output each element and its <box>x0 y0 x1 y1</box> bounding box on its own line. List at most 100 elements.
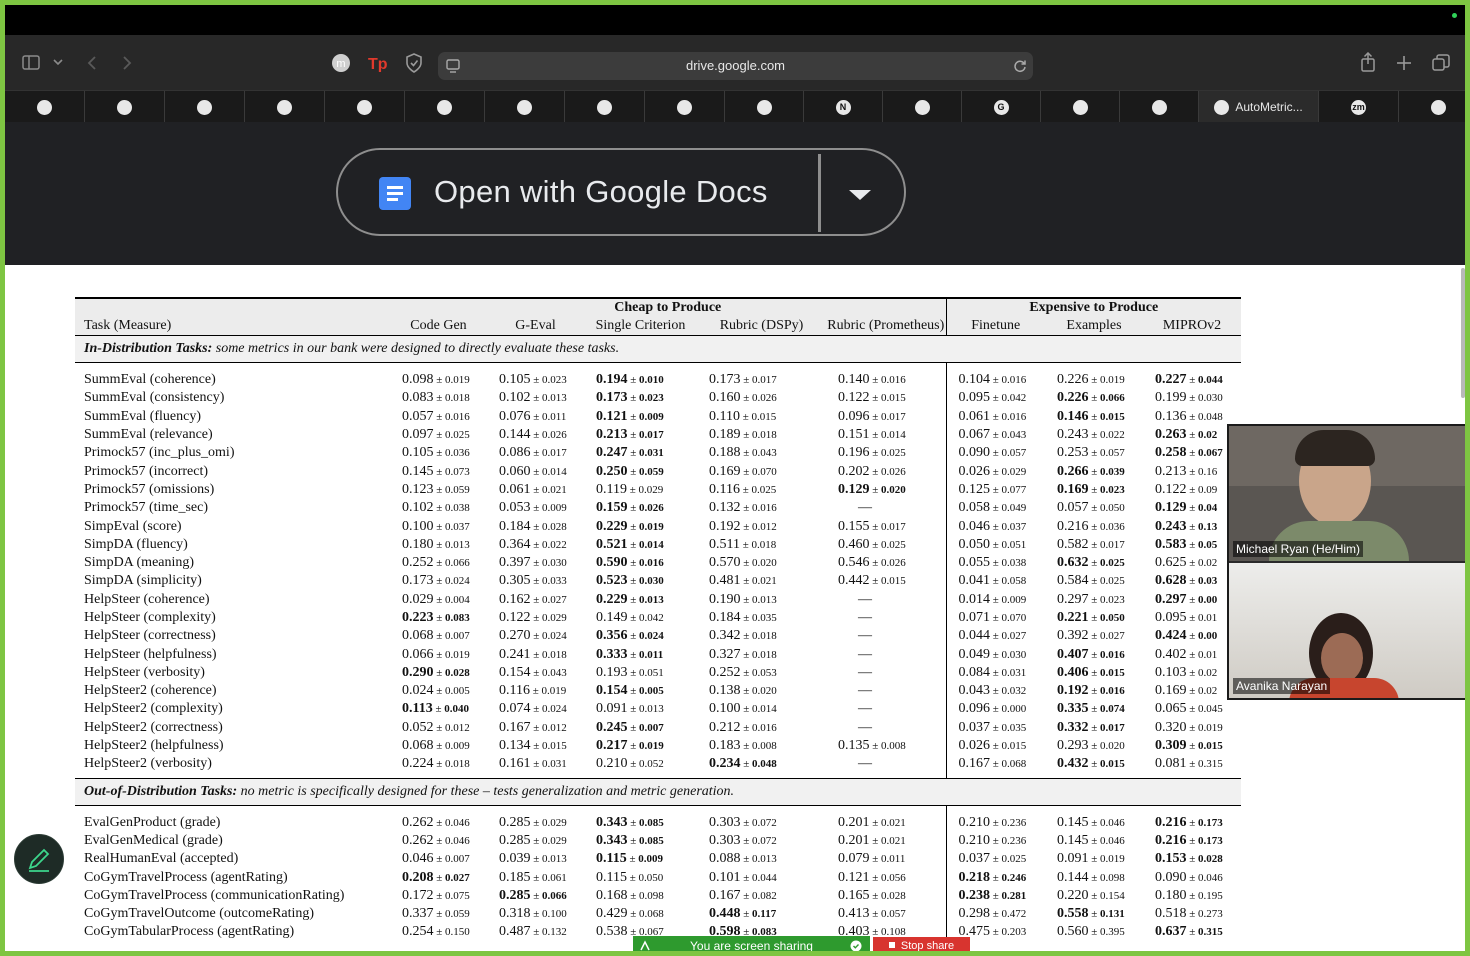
caret-down-icon[interactable] <box>849 190 871 200</box>
column-header: Single Criterion <box>584 317 697 336</box>
score-mean: 0.145 <box>1057 814 1089 830</box>
score-std: 0.044 <box>752 871 777 884</box>
score-std: 0.059 <box>445 908 470 921</box>
browser-tab[interactable] <box>1120 91 1199 123</box>
section-title: Out-of-Distribution Tasks: <box>84 783 238 799</box>
score-cell: 0.129 ± 0.020 <box>826 481 946 499</box>
browser-tab[interactable] <box>725 91 804 123</box>
score-cell: 0.180 ± 0.195 <box>1143 887 1241 905</box>
plus-minus-sign: ± <box>740 685 753 698</box>
score-mean: 0.245 <box>596 719 628 735</box>
score-std: 0.021 <box>752 575 777 588</box>
drag-handle-icon[interactable] <box>639 940 651 951</box>
table-row: HelpSteer2 (helpfulness) 0.068 ± 0.009 0.1… <box>75 736 1241 756</box>
score-mean: 0.169 <box>1155 683 1187 699</box>
browser-tab[interactable]: N <box>804 91 883 123</box>
score-std: 0.03 <box>1198 575 1218 588</box>
score-missing: — <box>858 664 872 680</box>
score-mean: 0.196 <box>838 445 870 461</box>
participant-tile[interactable]: Michael Ryan (He/Him) <box>1229 426 1465 561</box>
score-std: 0.059 <box>445 483 470 496</box>
browser-tab[interactable] <box>245 91 325 123</box>
score-std: 0.017 <box>752 374 777 387</box>
score-mean: 0.076 <box>499 408 531 424</box>
browser-tab[interactable] <box>85 91 165 123</box>
score-mean: 0.406 <box>1057 664 1089 680</box>
task-name: SimpDA (meaning) <box>84 555 195 571</box>
plus-minus-sign: ± <box>740 871 753 884</box>
stop-share-button[interactable]: Stop share <box>873 937 970 951</box>
zoom-icon: zm <box>1351 99 1366 115</box>
browser-tab[interactable] <box>1399 91 1465 123</box>
plus-minus-sign: ± <box>433 758 446 771</box>
shield-icon[interactable] <box>405 53 423 73</box>
score-mean: 0.168 <box>596 887 628 903</box>
browser-tab[interactable] <box>565 91 645 123</box>
score-std: 0.012 <box>752 520 777 533</box>
browser-tab[interactable] <box>325 91 405 123</box>
score-mean: 0.026 <box>958 463 991 479</box>
score-mean: 0.429 <box>596 906 628 922</box>
score-std: 0.098 <box>1100 871 1125 884</box>
back-icon[interactable] <box>87 55 97 71</box>
score-mean: 0.243 <box>1155 518 1187 534</box>
address-bar[interactable]: drive.google.com <box>438 52 1033 80</box>
sidebar-toggle-icon[interactable] <box>22 55 40 70</box>
score-cell: 0.057 ± 0.016 <box>390 408 487 426</box>
page-info-icon[interactable] <box>446 59 460 73</box>
score-mean: 0.194 <box>596 372 628 388</box>
tp-extension-icon[interactable]: Tp <box>368 54 388 72</box>
plus-minus-sign: ± <box>1088 410 1101 423</box>
score-cell: 0.305 ± 0.033 <box>487 572 584 590</box>
participant-tile[interactable]: Avanika Narayan <box>1229 563 1465 698</box>
task-name: HelpSteer2 (coherence) <box>84 683 217 699</box>
score-std: 0.043 <box>752 447 777 460</box>
browser-tab[interactable] <box>405 91 485 123</box>
browser-tab[interactable] <box>645 91 725 123</box>
browser-tab[interactable] <box>1041 91 1120 123</box>
zoom-video-panel[interactable]: Michael Ryan (He/Him) Avanika Narayan <box>1227 424 1465 700</box>
score-mean: 0.184 <box>709 610 741 625</box>
reload-icon[interactable] <box>1013 59 1027 73</box>
forward-icon[interactable] <box>122 55 132 71</box>
score-std: 0.077 <box>1001 483 1027 496</box>
score-std: 0.100 <box>542 908 567 921</box>
annotate-button[interactable] <box>14 834 64 884</box>
score-cell: 0.014 ± 0.009 <box>945 590 1045 609</box>
scrollbar-thumb[interactable] <box>1461 268 1465 398</box>
plus-minus-sign: ± <box>1186 685 1199 698</box>
chevron-down-icon[interactable] <box>53 59 63 66</box>
score-cell: 0.298 ± 0.472 <box>945 905 1045 924</box>
browser-tab[interactable] <box>485 91 565 123</box>
new-tab-icon[interactable] <box>1396 55 1412 71</box>
plus-minus-sign: ± <box>627 816 640 829</box>
browser-tab[interactable] <box>165 91 245 123</box>
browser-tab[interactable]: zm <box>1319 91 1399 123</box>
plus-minus-sign: ± <box>740 740 753 753</box>
browser-tab[interactable]: G <box>962 91 1041 123</box>
score-mean: 0.135 <box>838 738 870 754</box>
score-std: 0.16 <box>1198 465 1218 478</box>
score-std: 0.067 <box>1198 447 1223 460</box>
score-cell: 0.192 ± 0.012 <box>697 517 826 535</box>
score-std: 0.020 <box>881 483 906 496</box>
shield-check-icon <box>850 940 862 951</box>
open-with-google-docs-button[interactable]: Open with Google Docs <box>336 148 906 236</box>
score-std: 0.273 <box>1198 908 1223 921</box>
score-mean: 0.637 <box>1155 924 1187 940</box>
plus-minus-sign: ± <box>627 703 640 716</box>
plus-minus-sign: ± <box>433 465 446 478</box>
browser-tab[interactable]: AutoMetric... <box>1199 91 1319 123</box>
profile-icon[interactable]: m <box>331 53 351 73</box>
score-cell: 0.167 ± 0.082 <box>697 887 826 905</box>
share-icon[interactable] <box>1360 52 1376 72</box>
score-mean: 0.091 <box>1057 851 1089 867</box>
share-status[interactable]: You are screen sharing <box>633 936 870 951</box>
browser-tab[interactable] <box>5 91 85 123</box>
url-text[interactable]: drive.google.com <box>686 58 785 73</box>
section-title: In-Distribution Tasks: <box>84 341 213 356</box>
score-std: 0.015 <box>881 575 906 588</box>
score-std: 0.026 <box>542 429 567 442</box>
browser-tab[interactable] <box>883 91 962 123</box>
tab-overview-icon[interactable] <box>1432 54 1450 72</box>
